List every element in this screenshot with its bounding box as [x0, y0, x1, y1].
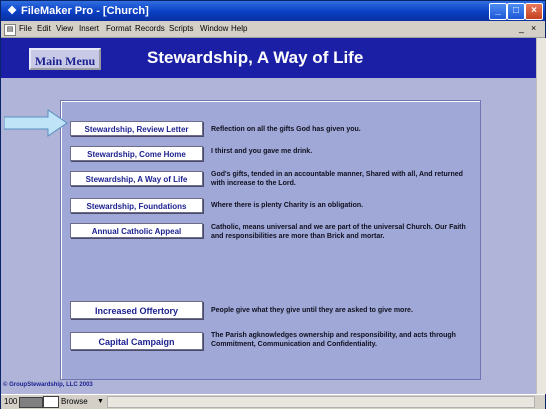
menu-view[interactable]: View — [56, 24, 73, 34]
window-title: FileMaker Pro - [Church] — [21, 5, 149, 17]
document-icon[interactable]: ▤ — [4, 24, 16, 36]
status-area-toggle-icon[interactable] — [43, 396, 59, 408]
menu-help[interactable]: Help — [231, 24, 247, 34]
menu-file[interactable]: File — [19, 24, 32, 34]
maximize-button[interactable]: □ — [507, 3, 525, 20]
capital-campaign-button[interactable]: Capital Campaign — [70, 332, 203, 350]
foundations-button[interactable]: Stewardship, Foundations — [70, 198, 203, 213]
mdi-close-button[interactable]: × — [531, 23, 536, 34]
menu-format[interactable]: Format — [106, 24, 131, 34]
foundations-description: Where there is plenty Charity is an obli… — [211, 202, 364, 209]
mdi-minimize-button[interactable]: _ — [519, 23, 524, 34]
come-home-description: I thirst and you gave me drink. — [211, 148, 313, 155]
zoom-control-icon[interactable] — [19, 397, 43, 408]
close-button[interactable]: × — [525, 3, 543, 20]
increased-offertory-button[interactable]: Increased Offertory — [70, 301, 203, 319]
menu-window[interactable]: Window — [200, 24, 228, 34]
vertical-scrollbar[interactable] — [536, 38, 546, 394]
come-home-button[interactable]: Stewardship, Come Home — [70, 146, 203, 161]
mode-select[interactable]: Browse — [61, 397, 88, 407]
review-letter-button[interactable]: Stewardship, Review Letter — [70, 121, 203, 136]
menu-edit[interactable]: Edit — [37, 24, 51, 34]
review-letter-description: Reflection on all the gifts God has give… — [211, 126, 361, 133]
page-title: Stewardship, A Way of Life — [147, 48, 364, 67]
menu-bar: ▤ File Edit View Insert Format Records S… — [1, 21, 545, 38]
header-band: Main Menu Stewardship, A Way of Life — [1, 38, 536, 78]
filemaker-window: ❖ FileMaker Pro - [Church] _ □ × ▤ File … — [0, 0, 546, 409]
way-of-life-description: God's gifts, tended in an accountable ma… — [211, 171, 463, 187]
copyright-text: © GroupStewardship, LLC 2003 — [3, 382, 93, 388]
capital-campaign-description: The Parish agknowledges ownership and re… — [211, 332, 456, 348]
annual-catholic-appeal-description: Catholic, means universal and we are par… — [211, 224, 466, 240]
status-bar: 100 Browse ▼ — [1, 394, 545, 409]
main-menu-button[interactable]: Main Menu — [29, 48, 101, 70]
horizontal-scrollbar[interactable] — [107, 396, 535, 408]
menu-insert[interactable]: Insert — [79, 24, 99, 34]
menu-scripts[interactable]: Scripts — [169, 24, 193, 34]
way-of-life-button[interactable]: Stewardship, A Way of Life — [70, 171, 203, 186]
menu-records[interactable]: Records — [135, 24, 165, 34]
chevron-down-icon[interactable]: ▼ — [97, 397, 104, 407]
layout-content: Main Menu Stewardship, A Way of Life Ste… — [1, 38, 536, 394]
zoom-level[interactable]: 100 — [4, 397, 17, 407]
annual-catholic-appeal-button[interactable]: Annual Catholic Appeal — [70, 223, 203, 238]
increased-offertory-description: People give what they give until they ar… — [211, 307, 413, 314]
minimize-button[interactable]: _ — [489, 3, 507, 20]
title-bar: ❖ FileMaker Pro - [Church] _ □ × — [1, 1, 545, 21]
filemaker-app-icon: ❖ — [7, 5, 17, 17]
pointer-arrow-icon — [4, 109, 68, 137]
